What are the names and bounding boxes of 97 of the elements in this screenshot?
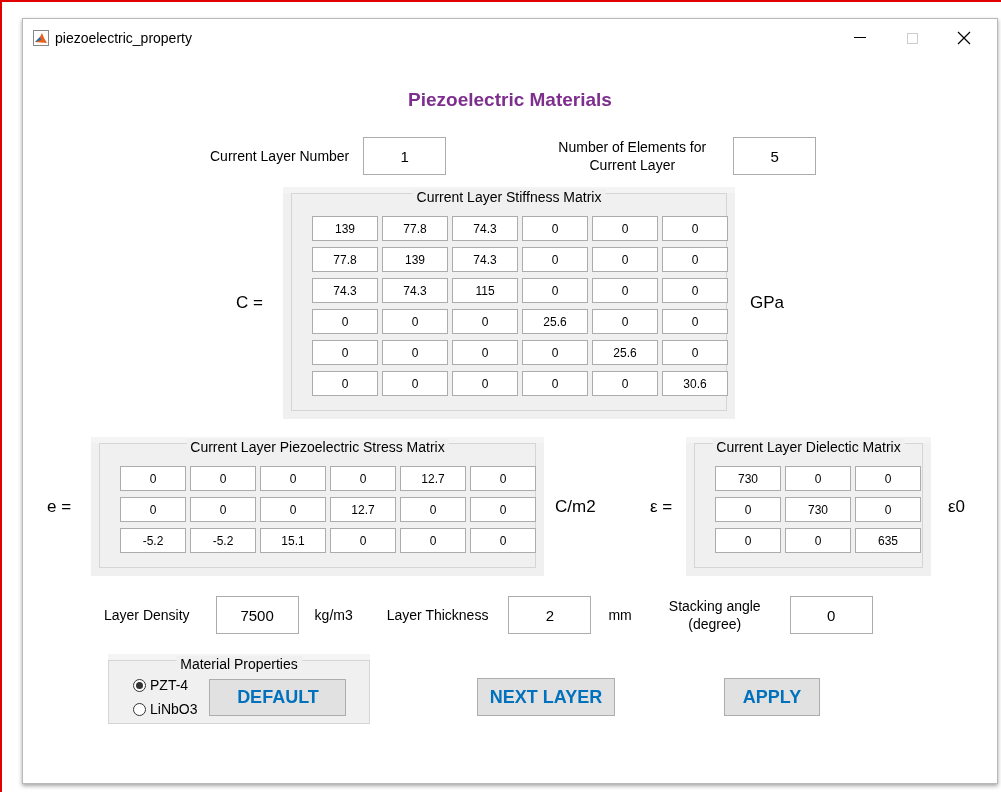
matrix-cell-field[interactable]: 0 [592,371,658,396]
elements-count-field[interactable]: 5 [733,137,817,175]
minimize-icon[interactable] [854,37,866,39]
matrix-cell-field[interactable]: 0 [382,340,448,365]
unit-label: kg/m3 [314,606,353,624]
matrix-cell-field[interactable]: 25.6 [592,340,658,365]
field-label: Number of Elements for Current Layer [557,138,708,174]
layer-number-field[interactable]: 1 [363,137,447,175]
matrix-cell-field[interactable]: 0 [662,216,728,241]
matrix-cell-field[interactable]: 25.6 [522,309,588,334]
matrix-cell-field[interactable]: 0 [470,528,536,553]
matrix-cell-field[interactable]: 0 [522,340,588,365]
matrix-cell-field[interactable]: 0 [190,497,256,522]
field-label: Layer Density [104,606,190,624]
radio-icon[interactable] [133,702,146,716]
matrix-cell-field[interactable]: 0 [312,340,378,365]
matrix-cell-field[interactable]: 74.3 [312,278,378,303]
matrix-cell-field[interactable]: 635 [855,528,921,553]
matrix-cell-field[interactable]: 77.8 [382,216,448,241]
material-radio[interactable]: PZT-4 [133,677,198,693]
matrix-cell-field[interactable]: 139 [382,247,448,272]
matrix-cell-field[interactable]: 115 [452,278,518,303]
unit-label: GPa [750,293,785,313]
unit-label: ε0 [948,496,966,517]
thickness-field[interactable]: 2 [508,596,592,634]
matrix-symbol: ε = [650,496,674,517]
matrix-cell-field[interactable]: 0 [662,340,728,365]
matrix-cell-field[interactable]: 0 [855,466,921,491]
matrix-cell-field[interactable]: 74.3 [382,278,448,303]
panel-title: Current Layer Dielectic Matrix [712,439,905,455]
matrix-cell-field[interactable]: 0 [400,497,466,522]
matrix-cell-field[interactable]: 0 [522,278,588,303]
matrix-cell-field[interactable]: 0 [120,466,186,491]
matrix-cell-field[interactable]: 0 [470,497,536,522]
panel-title: Current Layer Piezoelectric Stress Matrix [186,439,449,455]
matrix-cell-field[interactable]: 0 [785,528,851,553]
matrix-cell-field[interactable]: 12.7 [400,466,466,491]
matrix-cell-field[interactable]: 0 [592,278,658,303]
radio-icon[interactable] [133,678,146,692]
matrix-cell-field[interactable]: 30.6 [662,371,728,396]
matrix-cell-field[interactable]: 730 [715,466,781,491]
matrix-cell-field[interactable]: 0 [592,247,658,272]
matrix-cell-field[interactable]: 12.7 [330,497,396,522]
app-logo-icon [33,30,49,46]
matrix-cell-field[interactable]: -5.2 [120,528,186,553]
matrix-cell-field[interactable]: 0 [382,309,448,334]
stacking-angle-field[interactable]: 0 [789,596,873,634]
field-label: Stacking angle (degree) [667,597,762,633]
matrix-cell-field[interactable]: 0 [662,278,728,303]
matrix-cell-field[interactable]: 0 [785,466,851,491]
matrix-cell-field[interactable]: 0 [715,497,781,522]
matrix-cell-field[interactable]: 0 [330,466,396,491]
matrix-cell-field[interactable]: 0 [592,216,658,241]
panel-title: Material Properties [176,656,302,672]
matrix-cell-field[interactable]: 0 [190,466,256,491]
field-label: Layer Thickness [386,606,489,624]
default-button[interactable]: DEFAULT [209,678,347,716]
matrix-cell-field[interactable]: 0 [120,497,186,522]
matrix-cell-field[interactable]: 0 [452,371,518,396]
matrix-symbol: C = [236,293,264,313]
matrix-cell-field[interactable]: 0 [855,497,921,522]
unit-label: C/m2 [555,496,597,517]
matrix-cell-field[interactable]: 0 [260,466,326,491]
page-heading: Piezoelectric Materials [408,89,612,111]
close-icon[interactable] [957,31,971,45]
matrix-cell-field[interactable]: 730 [785,497,851,522]
matrix-cell-field[interactable]: 74.3 [452,247,518,272]
matrix-cell-field[interactable]: 0 [592,309,658,334]
matrix-cell-field[interactable]: 0 [522,371,588,396]
window-title: piezoelectric_property [55,30,193,46]
matrix-cell-field[interactable]: 15.1 [260,528,326,553]
next-layer-button[interactable]: NEXT LAYER [477,678,615,716]
matrix-cell-field[interactable]: 0 [382,371,448,396]
matrix-cell-field[interactable]: 0 [330,528,396,553]
density-field[interactable]: 7500 [215,596,299,634]
matrix-cell-field[interactable]: 0 [662,309,728,334]
matrix-cell-field[interactable]: 0 [452,309,518,334]
matrix-cell-field[interactable]: 0 [662,247,728,272]
matrix-cell-field[interactable]: 77.8 [312,247,378,272]
matrix-cell-field[interactable]: 0 [715,528,781,553]
matrix-cell-field[interactable]: 74.3 [452,216,518,241]
matrix-cell-field[interactable]: 0 [470,466,536,491]
unit-label: mm [608,606,632,624]
material-radio[interactable]: LiNbO3 [133,701,198,717]
matrix-cell-field[interactable]: 0 [400,528,466,553]
matrix-cell-field[interactable]: 0 [312,309,378,334]
field-label: Current Layer Number [210,147,350,165]
matrix-cell-field[interactable]: 0 [452,340,518,365]
matrix-symbol: e = [47,496,73,517]
matrix-cell-field[interactable]: -5.2 [190,528,256,553]
matrix-cell-field[interactable]: 0 [522,216,588,241]
matrix-cell-field[interactable]: 0 [312,371,378,396]
panel-title: Current Layer Stiffness Matrix [412,189,606,205]
matrix-cell-field[interactable]: 0 [522,247,588,272]
matrix-cell-field[interactable]: 0 [260,497,326,522]
apply-button[interactable]: APPLY [724,678,820,716]
matrix-cell-field[interactable]: 139 [312,216,378,241]
